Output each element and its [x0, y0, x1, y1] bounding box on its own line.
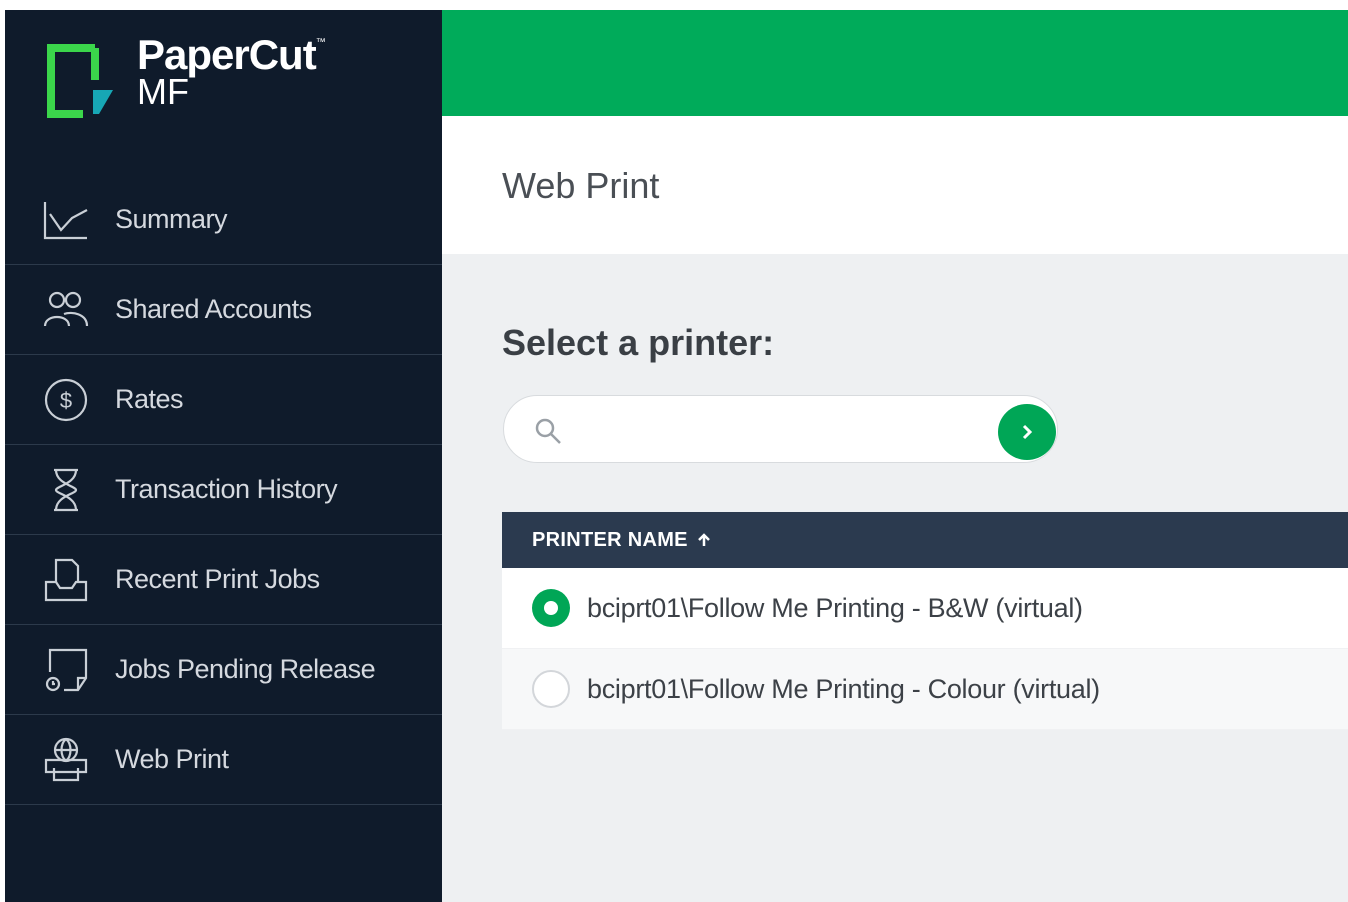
sidebar-item-label: Shared Accounts	[115, 294, 312, 324]
sidebar: PaperCut™ MF Summary Shared Accounts $ R…	[5, 10, 442, 902]
brand-trademark: ™	[315, 37, 326, 48]
printer-radio-selected[interactable]	[532, 589, 570, 627]
section-title: Select a printer:	[502, 322, 775, 363]
sidebar-item-label: Jobs Pending Release	[115, 654, 376, 684]
column-header-printer-name[interactable]: PRINTER NAME	[502, 512, 1348, 568]
sidebar-item-rates[interactable]: $ Rates	[5, 355, 442, 445]
top-bar	[442, 10, 1348, 116]
print-tray-icon	[41, 555, 91, 605]
sidebar-item-transaction-history[interactable]: Transaction History	[5, 445, 442, 535]
printer-row[interactable]: bciprt01\Follow Me Printing - B&W (virtu…	[502, 568, 1348, 649]
brand-product: MF	[137, 71, 189, 112]
printer-name: bciprt01\Follow Me Printing - B&W (virtu…	[587, 592, 1083, 623]
column-header-label: PRINTER NAME	[532, 528, 688, 551]
printer-table: PRINTER NAME bciprt01\Follow Me Printing…	[502, 512, 1348, 730]
sidebar-item-label: Rates	[115, 384, 184, 414]
chart-line-icon	[41, 195, 91, 245]
sidebar-item-label: Transaction History	[115, 474, 338, 504]
papercut-logo[interactable]: PaperCut™ MF	[43, 34, 383, 124]
papercut-logo-icon	[47, 44, 113, 118]
printer-row[interactable]: bciprt01\Follow Me Printing - Colour (vi…	[502, 649, 1348, 730]
chevron-right-icon	[1022, 424, 1033, 440]
sidebar-item-label: Web Print	[115, 744, 229, 774]
sort-ascending-icon	[697, 533, 710, 546]
sidebar-nav: Summary Shared Accounts $ Rates Transact…	[5, 175, 442, 805]
search-submit-button[interactable]	[998, 404, 1056, 460]
sidebar-item-shared-accounts[interactable]: Shared Accounts	[5, 265, 442, 355]
printer-search	[503, 395, 1058, 463]
search-input[interactable]	[576, 408, 980, 450]
dollar-circle-icon: $	[41, 375, 91, 425]
users-icon	[41, 285, 91, 335]
sidebar-item-jobs-pending-release[interactable]: Jobs Pending Release	[5, 625, 442, 715]
pending-release-icon	[41, 645, 91, 695]
sidebar-item-label: Recent Print Jobs	[115, 564, 320, 594]
web-print-icon	[41, 735, 91, 785]
sidebar-item-summary[interactable]: Summary	[5, 175, 442, 265]
svg-text:$: $	[60, 388, 72, 413]
printer-name: bciprt01\Follow Me Printing - Colour (vi…	[587, 673, 1100, 704]
sidebar-item-web-print[interactable]: Web Print	[5, 715, 442, 805]
page-title: Web Print	[502, 165, 660, 206]
hourglass-icon	[41, 465, 91, 515]
sidebar-item-recent-print-jobs[interactable]: Recent Print Jobs	[5, 535, 442, 625]
main-content: Select a printer: PRINTER NAME bciprt01\…	[442, 254, 1348, 902]
search-icon	[535, 418, 561, 444]
sidebar-item-label: Summary	[115, 204, 228, 234]
printer-radio[interactable]	[532, 670, 570, 708]
page-header: Web Print	[442, 116, 1348, 254]
